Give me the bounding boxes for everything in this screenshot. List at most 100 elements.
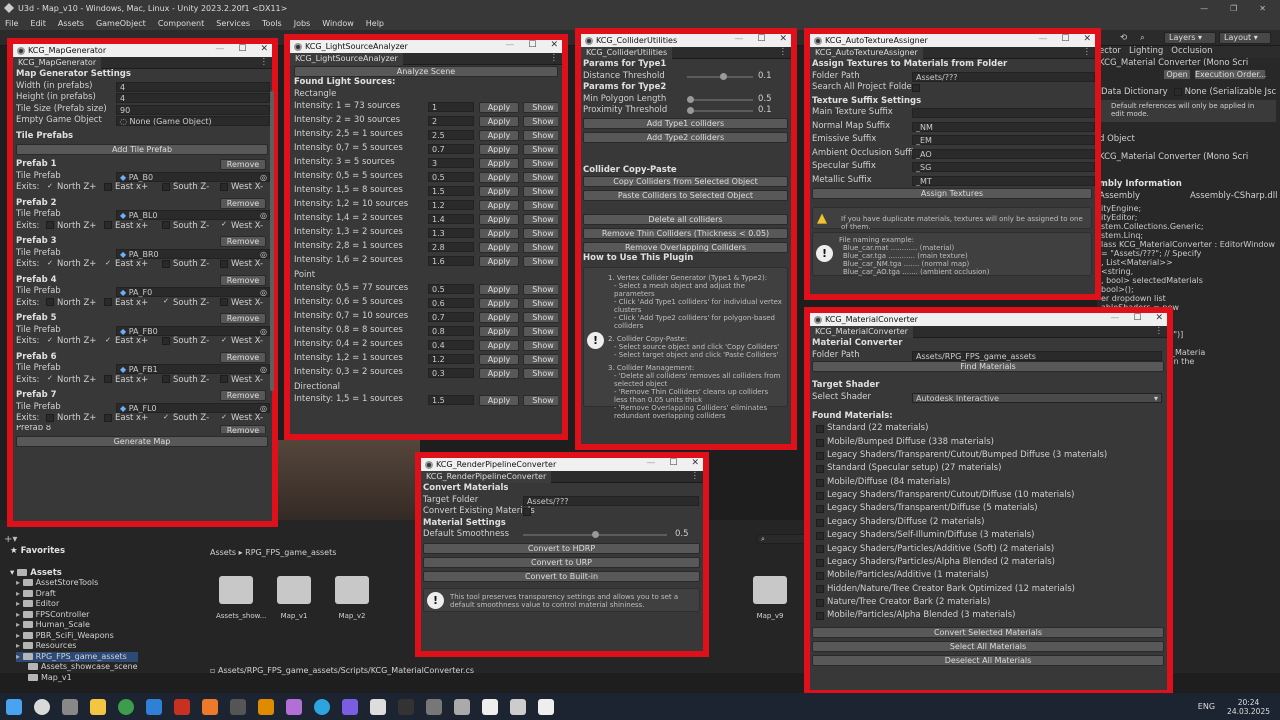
- show-button[interactable]: Show: [523, 116, 558, 127]
- exit-west[interactable]: West X-: [220, 182, 263, 194]
- show-button[interactable]: Show: [523, 144, 558, 155]
- kebab-menu-icon[interactable]: ⋮: [260, 57, 269, 67]
- exit-east[interactable]: ✓ East x+: [104, 336, 148, 348]
- assets-root[interactable]: ▾ Assets: [10, 568, 62, 578]
- inspector-tab[interactable]: ector: [1099, 46, 1121, 58]
- app-icon[interactable]: [258, 698, 274, 715]
- menu-item-help[interactable]: Help: [366, 19, 384, 28]
- layers-dropdown[interactable]: Layers ▾: [1164, 32, 1216, 44]
- intensity-input[interactable]: 1.2: [428, 353, 474, 364]
- open-button[interactable]: Open: [1163, 69, 1191, 81]
- tile-prefab-field[interactable]: ◆ PA_FB1 ◎: [116, 364, 270, 374]
- remove-button[interactable]: Remove: [220, 197, 266, 209]
- folder-path-field[interactable]: Assets/RPG_FPS_game_assets: [912, 350, 1162, 361]
- kebab-menu-icon[interactable]: ⋮: [779, 47, 788, 57]
- apply-button[interactable]: Apply: [479, 256, 519, 267]
- specular-suffix-field[interactable]: _SG: [912, 162, 1095, 172]
- menu-item-file[interactable]: File: [5, 19, 18, 28]
- material-row[interactable]: Legacy Shaders/Transparent/Diffuse (5 ma…: [816, 503, 1164, 516]
- menu-item-edit[interactable]: Edit: [30, 19, 46, 28]
- emissive-suffix-field[interactable]: _EM: [912, 135, 1095, 145]
- material-checkbox[interactable]: [816, 611, 824, 620]
- clock[interactable]: 20:24 24.03.2025: [1227, 698, 1270, 716]
- remove-button[interactable]: Remove: [220, 351, 266, 363]
- deselect-all-button[interactable]: Deselect All Materials: [812, 654, 1164, 666]
- close-icon[interactable]: ✕: [1083, 34, 1091, 44]
- search-icon[interactable]: [34, 698, 50, 715]
- intensity-input[interactable]: 2: [428, 116, 474, 126]
- close-icon[interactable]: ✕: [1259, 4, 1266, 13]
- unity-icon[interactable]: [482, 698, 498, 715]
- exit-north[interactable]: ✓ North Z+: [46, 375, 96, 387]
- apply-button[interactable]: Apply: [479, 172, 519, 183]
- exit-east[interactable]: East x+: [104, 182, 148, 194]
- menu-item-assets[interactable]: Assets: [58, 19, 84, 28]
- folder-item[interactable]: ▸ Draft: [16, 589, 138, 600]
- app-icon[interactable]: [398, 698, 414, 715]
- asset-tile[interactable]: Map_v1: [274, 576, 314, 620]
- telegram-icon[interactable]: [314, 698, 330, 715]
- convert-urp-button[interactable]: Convert to URP: [423, 556, 700, 568]
- menu-item-component[interactable]: Component: [158, 19, 204, 28]
- normal-suffix-field[interactable]: _NM: [912, 121, 1095, 132]
- intensity-input[interactable]: 0.5: [428, 283, 474, 294]
- copy-colliders-button[interactable]: Copy Colliders from Selected Object: [583, 176, 788, 187]
- convert-selected-button[interactable]: Convert Selected Materials: [812, 626, 1164, 638]
- exit-north-checkbox[interactable]: ✓: [46, 259, 54, 268]
- tile-prefab-field[interactable]: ◆ PA_BL0 ◎: [116, 210, 270, 220]
- folder-item[interactable]: ▸ Resources: [16, 641, 138, 652]
- intensity-input[interactable]: 1.5: [428, 186, 474, 196]
- assign-textures-button[interactable]: Assign Textures: [812, 188, 1092, 199]
- kebab-menu-icon[interactable]: ⋮: [1155, 326, 1164, 336]
- tile-prefab-field[interactable]: ◆ PA_FL0 ◎: [116, 402, 270, 413]
- material-checkbox[interactable]: [816, 598, 824, 607]
- close-icon[interactable]: ✕: [550, 40, 558, 50]
- exit-west-checkbox[interactable]: [220, 298, 228, 306]
- material-checkbox[interactable]: [816, 451, 824, 460]
- intensity-input[interactable]: 1.4: [428, 214, 474, 224]
- material-row[interactable]: Legacy Shaders/Diffuse (2 materials): [816, 516, 1164, 529]
- exit-south[interactable]: South Z-: [162, 336, 209, 348]
- apply-button[interactable]: Apply: [479, 325, 519, 337]
- exit-west-checkbox[interactable]: [220, 259, 228, 268]
- file-explorer-icon[interactable]: [90, 698, 106, 715]
- exit-north[interactable]: North Z+: [46, 298, 96, 310]
- apply-button[interactable]: Apply: [479, 130, 519, 141]
- min-polygon-slider[interactable]: [686, 95, 694, 103]
- distance-value[interactable]: 0.1: [758, 71, 772, 83]
- exit-west[interactable]: ✓ West X-: [220, 336, 263, 348]
- target-icon[interactable]: ◎: [260, 404, 267, 413]
- exit-east[interactable]: East x+: [104, 298, 148, 310]
- remove-button[interactable]: Remove: [220, 424, 266, 433]
- exit-west-checkbox[interactable]: ✓: [220, 336, 228, 345]
- intensity-input[interactable]: 0.7: [428, 311, 474, 322]
- material-row[interactable]: Mobile/Diffuse (84 materials): [816, 476, 1164, 489]
- asset-tile[interactable]: Assets_show...: [216, 576, 266, 620]
- exit-east[interactable]: East x+: [104, 221, 148, 233]
- exit-north-checkbox[interactable]: [46, 413, 54, 422]
- exit-west-checkbox[interactable]: [220, 375, 228, 383]
- material-checkbox[interactable]: [816, 518, 824, 527]
- convert-builtin-button[interactable]: Convert to Built-in: [423, 570, 700, 582]
- material-row[interactable]: Legacy Shaders/Particles/Additive (Soft)…: [816, 543, 1164, 556]
- close-icon[interactable]: ✕: [779, 34, 787, 44]
- apply-button[interactable]: Apply: [479, 297, 519, 309]
- material-checkbox[interactable]: [816, 505, 824, 514]
- exit-south-checkbox[interactable]: ✓: [162, 413, 170, 422]
- intensity-input[interactable]: 3: [428, 158, 474, 168]
- remove-button[interactable]: Remove: [220, 390, 266, 401]
- exit-south-checkbox[interactable]: [162, 375, 170, 383]
- select-all-button[interactable]: Select All Materials: [812, 640, 1164, 652]
- tab-auto-texture-assigner[interactable]: KCG_AutoTextureAssigner: [810, 46, 923, 59]
- material-checkbox[interactable]: [816, 585, 824, 594]
- exit-east-checkbox[interactable]: [104, 413, 112, 422]
- exit-south[interactable]: South Z-: [162, 375, 209, 387]
- menu-item-jobs[interactable]: Jobs: [294, 19, 311, 28]
- material-checkbox[interactable]: [816, 545, 824, 554]
- exit-west[interactable]: West X-: [220, 298, 263, 310]
- exit-north-checkbox[interactable]: [46, 298, 54, 306]
- show-button[interactable]: Show: [523, 242, 558, 253]
- convert-existing-checkbox[interactable]: [523, 508, 531, 516]
- folder-item[interactable]: ▸ FPSController: [16, 610, 138, 621]
- kebab-menu-icon[interactable]: ⋮: [550, 53, 559, 63]
